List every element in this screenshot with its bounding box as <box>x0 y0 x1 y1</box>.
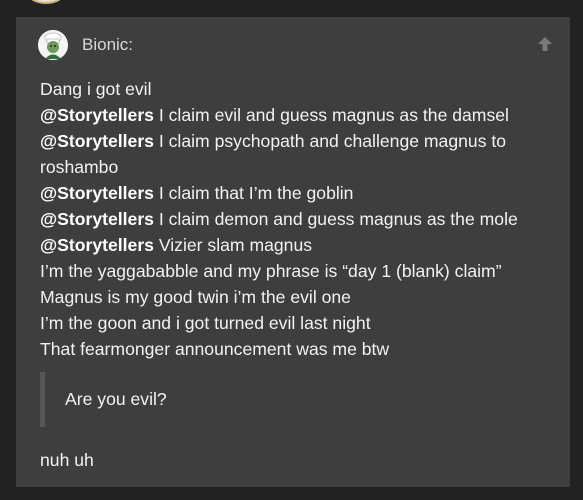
quote-line: I’m the yaggababble and my phrase is “da… <box>40 261 502 281</box>
mention-link[interactable]: @Storytellers <box>40 183 154 203</box>
quote-body: Dang i got evil @Storytellers I claim ev… <box>40 76 560 362</box>
previous-post-avatar <box>26 0 66 4</box>
quote-line: @Storytellers I claim that I’m the gobli… <box>40 183 354 203</box>
chef-avatar-icon[interactable] <box>38 30 68 60</box>
arrow-up-icon[interactable] <box>536 35 554 53</box>
quote-line: @Storytellers I claim evil and guess mag… <box>40 105 509 125</box>
mention-link[interactable]: @Storytellers <box>40 105 154 125</box>
quote-username[interactable]: Bionic: <box>82 35 133 55</box>
quote-line: @Storytellers Vizier slam magnus <box>40 235 313 255</box>
mention-link[interactable]: @Storytellers <box>40 131 154 151</box>
quote-line: @Storytellers I claim psychopath and cha… <box>40 131 507 177</box>
quote-header: Bionic: <box>38 30 133 60</box>
quote-line: Magnus is my good twin i’m the evil one <box>40 287 351 307</box>
quote-line: I’m the goon and i got turned evil last … <box>40 313 371 333</box>
mention-link[interactable]: @Storytellers <box>40 209 154 229</box>
quote-block: Bionic: Dang i got evil @Storytellers I … <box>16 17 570 487</box>
nested-quote-text: Are you evil? <box>65 389 167 409</box>
nested-quote: Are you evil? <box>40 372 545 427</box>
reply-text: nuh uh <box>40 450 94 470</box>
quote-line: @Storytellers I claim demon and guess ma… <box>40 209 518 229</box>
mention-link[interactable]: @Storytellers <box>40 235 154 255</box>
quote-line: Dang i got evil <box>40 79 152 99</box>
quote-line: That fearmonger announcement was me btw <box>40 339 390 359</box>
